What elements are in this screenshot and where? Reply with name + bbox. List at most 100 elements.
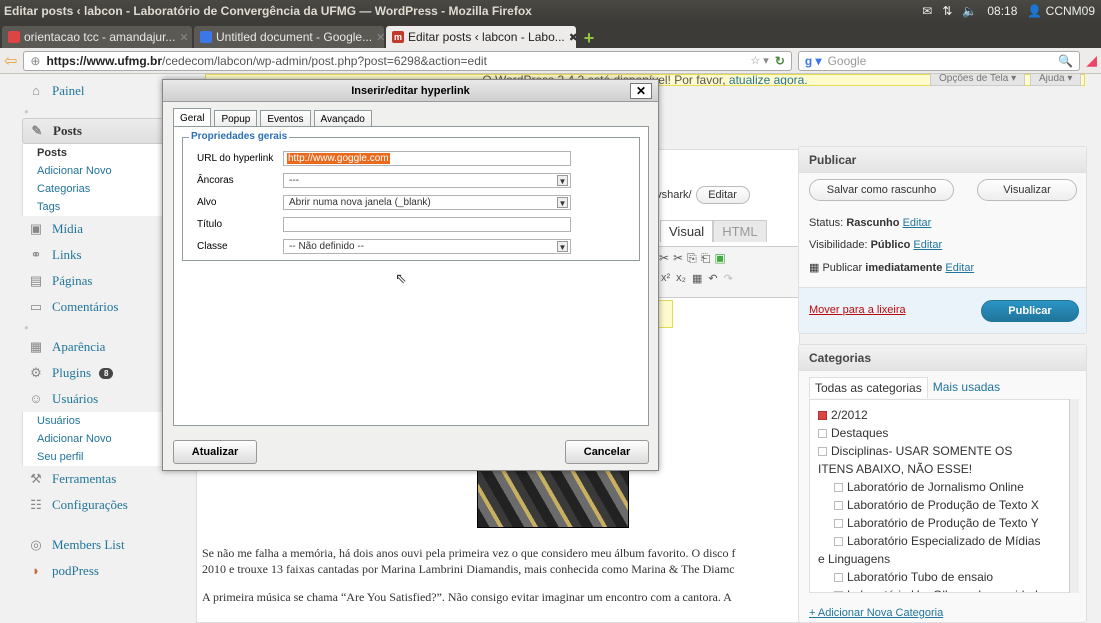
close-tab-icon[interactable]: ✖ xyxy=(569,31,576,44)
url-input[interactable]: http://www.goggle.com xyxy=(283,150,571,166)
category-item[interactable]: 2/2012 xyxy=(818,406,1072,424)
addon-icon[interactable]: ◢ xyxy=(1086,52,1097,69)
category-item[interactable]: Destaques xyxy=(818,424,1072,442)
class-select[interactable]: -- Não definido -- ▼ xyxy=(283,238,571,254)
menu-podpress[interactable]: ◗ podPress xyxy=(22,558,180,584)
menu-tools[interactable]: ⚒ Ferramentas xyxy=(22,466,180,492)
subscript-icon[interactable]: x₂ xyxy=(676,272,686,285)
post-paragraph-line[interactable]: A primeira música se chama “Are You Sati… xyxy=(202,590,800,605)
save-icon[interactable]: ▦ xyxy=(692,272,702,285)
edit-permalink-button[interactable]: Editar xyxy=(695,186,750,204)
publish-button[interactable]: Publicar xyxy=(981,300,1079,322)
superscript-icon[interactable]: x² xyxy=(661,272,670,285)
category-checkbox[interactable] xyxy=(834,518,843,528)
paste-word-icon[interactable]: ⎗ xyxy=(701,251,711,266)
back-arrow-icon[interactable]: ⇦ xyxy=(4,51,17,71)
clock[interactable]: 08:18 xyxy=(987,4,1017,18)
menu-pages[interactable]: ▤ Páginas xyxy=(22,268,180,294)
tab-most-used[interactable]: Mais usadas xyxy=(928,377,1005,398)
menu-members-list[interactable]: ◎ Members List xyxy=(22,532,180,558)
reload-icon[interactable]: ↻ xyxy=(775,54,785,68)
browser-tab[interactable]: orientacao tcc - amandajur... ✕ xyxy=(2,26,192,48)
category-item[interactable]: Laboratório Especializado de Mídias xyxy=(818,532,1072,550)
submenu-profile[interactable]: Seu perfil xyxy=(22,448,180,466)
redo-icon[interactable]: ↷ xyxy=(724,272,733,285)
category-checkbox[interactable] xyxy=(834,590,843,592)
close-icon[interactable]: ✕ xyxy=(630,83,652,99)
preview-button[interactable]: Visualizar xyxy=(977,179,1077,201)
submenu-users[interactable]: Usuários xyxy=(22,412,180,430)
category-item[interactable]: Laboratório Um Olhar sobre a cidade xyxy=(818,586,1072,592)
submenu-add-new[interactable]: Adicionar Novo xyxy=(22,162,180,180)
category-checkbox[interactable] xyxy=(818,428,827,438)
copy-icon[interactable]: ⎘ xyxy=(687,251,697,266)
category-item[interactable]: Laboratório Tubo de ensaio xyxy=(818,568,1072,586)
category-checkbox[interactable] xyxy=(818,446,827,456)
category-checkbox[interactable] xyxy=(834,500,843,510)
category-item[interactable]: Laboratório de Jornalismo Online xyxy=(818,478,1072,496)
help-button[interactable]: Ajuda ▾ xyxy=(1030,74,1082,86)
submenu-tags[interactable]: Tags xyxy=(22,198,180,216)
menu-plugins[interactable]: ⚙ Plugins 8 xyxy=(22,360,180,386)
category-scrollbar[interactable] xyxy=(1069,399,1079,593)
post-paragraph-line[interactable]: Se não me falha a memória, há dois anos … xyxy=(202,546,800,561)
site-identity-icon[interactable]: ⊕ xyxy=(30,54,40,68)
category-checkbox[interactable] xyxy=(834,482,843,492)
tab-events[interactable]: Eventos xyxy=(260,110,311,127)
post-paragraph-line[interactable]: 2010 e trouxe 13 faixas cantadas por Mar… xyxy=(202,562,800,577)
category-item[interactable]: Laboratório de Produção de Texto Y xyxy=(818,514,1072,532)
close-tab-icon[interactable]: ✕ xyxy=(179,31,188,44)
browser-tab[interactable]: Untitled document - Google... ✕ xyxy=(194,26,384,48)
tab-advanced[interactable]: Avançado xyxy=(313,110,372,127)
search-icon[interactable]: 🔍 xyxy=(1058,54,1073,68)
tab-general[interactable]: Geral xyxy=(173,108,212,127)
submenu-categories[interactable]: Categorias xyxy=(22,180,180,198)
move-to-trash-link[interactable]: Mover para a lixeira xyxy=(809,304,906,316)
category-checklist[interactable]: 2/2012 Destaques Disciplinas- USAR SOMENTE… xyxy=(809,399,1077,593)
title-input[interactable] xyxy=(283,216,571,232)
category-item[interactable]: ITENS ABAIXO, NÃO ESSE! xyxy=(818,460,1072,478)
browser-tab-active[interactable]: m Editar posts ‹ labcon - Labo... ✖ xyxy=(386,26,576,48)
menu-media[interactable]: ▣ Mídia xyxy=(22,216,180,242)
update-now-link[interactable]: atualize agora. xyxy=(729,75,808,85)
url-bar[interactable]: ⊕ https://www.ufmg.br/cedecom/labcon/wp-… xyxy=(23,50,792,71)
submenu-posts[interactable]: Posts xyxy=(22,144,180,162)
target-select[interactable]: Abrir numa nova janela (_blank) ▼ xyxy=(283,194,571,210)
edit-schedule-link[interactable]: Editar xyxy=(945,262,974,274)
user-menu[interactable]: 👤 CCNM09 xyxy=(1027,4,1095,18)
menu-comments[interactable]: ▭ Comentários xyxy=(22,294,180,320)
tab-html[interactable]: HTML xyxy=(713,220,767,242)
category-checkbox[interactable] xyxy=(834,536,843,546)
menu-users[interactable]: ☺ Usuários xyxy=(22,386,180,412)
new-tab-button[interactable]: + xyxy=(578,28,600,48)
image-icon[interactable]: ▣ xyxy=(714,251,725,266)
cancel-button[interactable]: Cancelar xyxy=(565,440,649,464)
category-item[interactable]: Laboratório de Produção de Texto X xyxy=(818,496,1072,514)
add-new-category-link[interactable]: + Adicionar Nova Categoria xyxy=(809,607,943,619)
mail-icon[interactable]: ✉ xyxy=(922,4,932,18)
menu-posts[interactable]: ✎ Posts xyxy=(22,118,180,144)
edit-visibility-link[interactable]: Editar xyxy=(913,239,942,251)
update-button[interactable]: Atualizar xyxy=(173,440,257,464)
volume-icon[interactable]: 🔈 xyxy=(962,4,977,18)
tab-visual[interactable]: Visual xyxy=(660,220,714,242)
network-icon[interactable]: ⇅ xyxy=(942,4,952,18)
category-checkbox[interactable] xyxy=(834,572,843,582)
tab-all-categories[interactable]: Todas as categorias xyxy=(809,377,928,398)
menu-dashboard[interactable]: ⌂ Painel xyxy=(22,78,180,104)
dialog-title-bar[interactable]: Inserir/editar hyperlink ✕ xyxy=(163,80,658,102)
save-draft-button[interactable]: Salvar como rascunho xyxy=(809,179,954,201)
edit-status-link[interactable]: Editar xyxy=(903,217,932,229)
screen-options-button[interactable]: Opções de Tela ▾ xyxy=(930,74,1026,86)
category-item[interactable]: Disciplinas- USAR SOMENTE OS xyxy=(818,442,1072,460)
close-tab-icon[interactable]: ✕ xyxy=(376,31,384,44)
submenu-add-user[interactable]: Adicionar Novo xyxy=(22,430,180,448)
search-box[interactable]: g ▾ Google 🔍 xyxy=(797,50,1081,71)
category-item[interactable]: e Linguagens xyxy=(818,550,1072,568)
google-icon[interactable]: g ▾ xyxy=(805,54,822,68)
paste-icon[interactable]: ✂ xyxy=(659,251,669,266)
category-checkbox[interactable] xyxy=(818,410,827,420)
menu-appearance[interactable]: ▦ Aparência xyxy=(22,334,180,360)
menu-links[interactable]: ⚭ Links xyxy=(22,242,180,268)
undo-icon[interactable]: ↶ xyxy=(708,272,717,285)
